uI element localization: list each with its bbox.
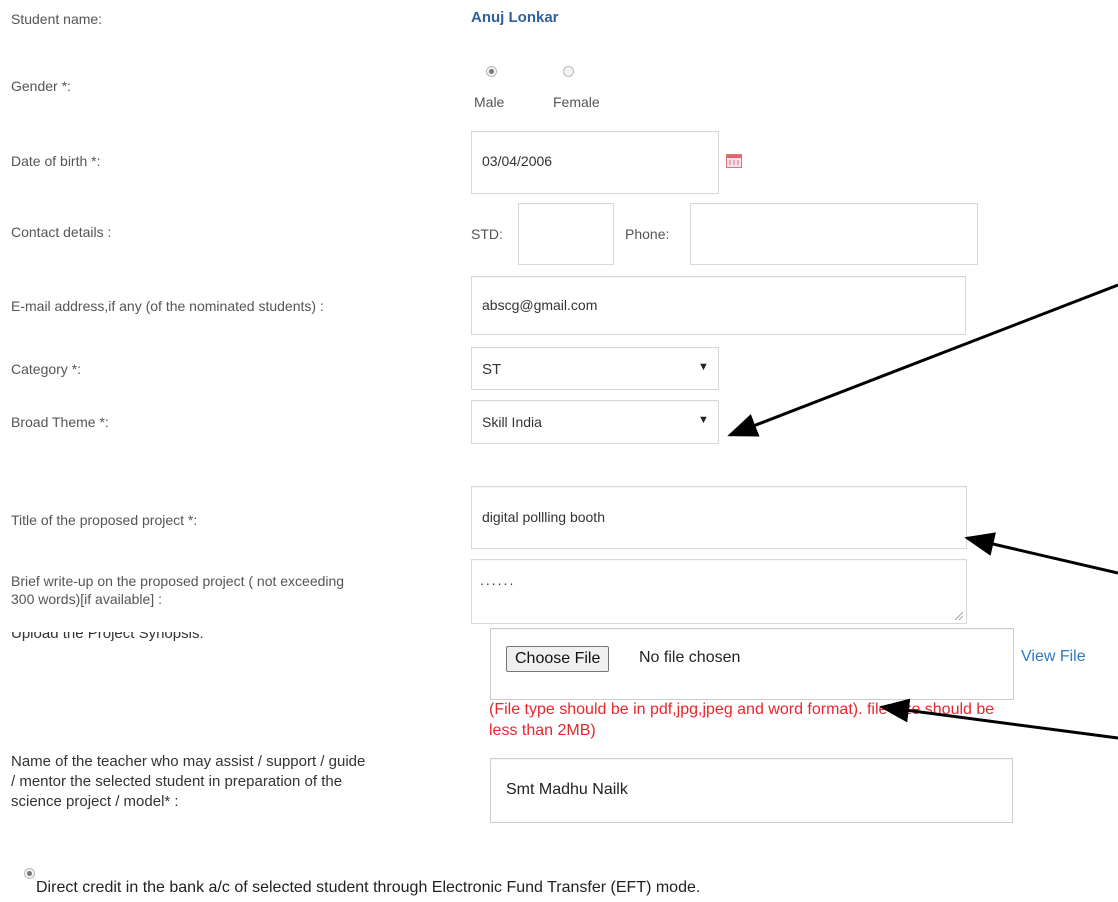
arrow-to-theme (727, 283, 1118, 437)
arrow-to-title (964, 532, 1118, 575)
annotation-arrows (727, 283, 1118, 740)
arrow-to-file-note (879, 698, 1118, 740)
